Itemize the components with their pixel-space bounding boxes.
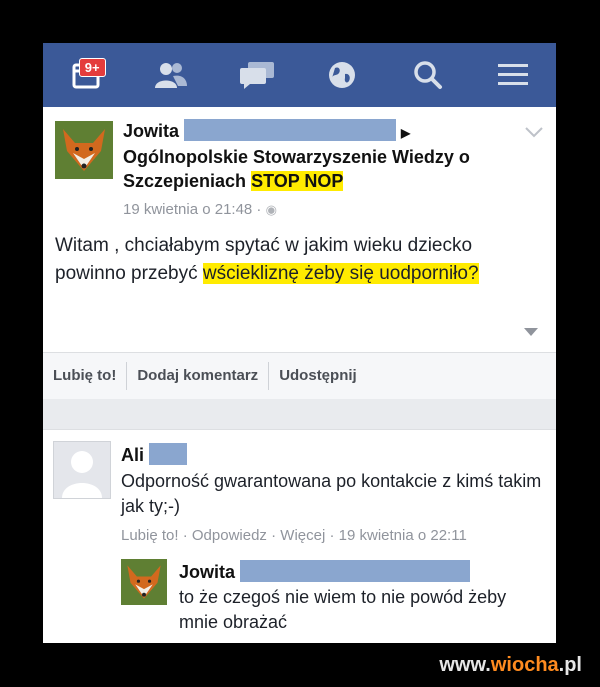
notifications-globe-button[interactable] bbox=[320, 53, 364, 97]
post-meta: 19 kwietnia o 21:48 · ◉ bbox=[123, 201, 277, 218]
watermark-prefix: www. bbox=[439, 654, 491, 676]
arrow-right-icon: ▶ bbox=[401, 126, 411, 140]
share-button[interactable]: Udostępnij bbox=[269, 362, 367, 390]
friends-icon bbox=[155, 63, 188, 88]
comment-like-link[interactable]: Lubię to! bbox=[121, 527, 179, 544]
chevron-down-icon bbox=[525, 127, 543, 138]
search-icon bbox=[414, 61, 442, 89]
default-user-icon bbox=[62, 451, 102, 498]
redacted-surname bbox=[149, 443, 188, 465]
feed-button[interactable]: 9+ bbox=[64, 53, 108, 97]
app-frame: 9+ Jowita ▶ Ogólnopolskie Stowarzyszenie… bbox=[43, 43, 556, 643]
comment-more-link[interactable]: Więcej bbox=[280, 527, 325, 544]
comment-author: Ali bbox=[121, 443, 188, 466]
messages-icon bbox=[239, 62, 274, 89]
messages-button[interactable] bbox=[235, 53, 279, 97]
post-more-button[interactable] bbox=[524, 323, 538, 341]
comment-text: Odporność gwarantowana po kontakcie z ki… bbox=[121, 471, 542, 516]
reply-text: to że czegoś nie wiem to nie powód żeby … bbox=[179, 587, 507, 632]
globe-privacy-icon: ◉ bbox=[265, 202, 277, 217]
redacted-surname bbox=[240, 560, 471, 582]
top-nav-bar: 9+ bbox=[43, 43, 556, 107]
redacted-surname bbox=[184, 119, 397, 141]
caret-down-icon bbox=[524, 328, 538, 336]
author-avatar[interactable] bbox=[55, 121, 113, 179]
search-button[interactable] bbox=[406, 53, 450, 97]
fox-avatar-image bbox=[121, 559, 167, 605]
comment-time[interactable]: 19 kwietnia o 22:11 bbox=[339, 527, 467, 544]
post-author-name[interactable]: Jowita bbox=[123, 121, 179, 141]
watermark-suffix: .pl bbox=[558, 654, 582, 676]
comment-author-name[interactable]: Ali bbox=[121, 445, 144, 465]
menu-icon bbox=[498, 64, 529, 85]
comment-meta: Lubię to! · Odpowiedz · Więcej · 19 kwie… bbox=[121, 527, 467, 544]
fox-avatar-image bbox=[55, 121, 113, 179]
reply-author: Jowita bbox=[179, 560, 471, 583]
globe-icon bbox=[329, 62, 356, 88]
post-body-highlight: wściekliznę żeby się uodporniło? bbox=[202, 263, 479, 284]
watermark: www.wiocha.pl bbox=[439, 654, 582, 677]
reply-author-avatar[interactable] bbox=[121, 559, 167, 605]
comment-button[interactable]: Dodaj komentarz bbox=[127, 362, 270, 390]
post-header-text: Jowita ▶ Ogólnopolskie Stowarzyszenie Wi… bbox=[123, 119, 483, 193]
menu-button[interactable] bbox=[491, 53, 535, 97]
section-divider bbox=[43, 399, 556, 430]
post-card: Jowita ▶ Ogólnopolskie Stowarzyszenie Wi… bbox=[43, 107, 556, 352]
post-timestamp[interactable]: 19 kwietnia o 21:48 · bbox=[123, 201, 261, 218]
commenter-avatar[interactable] bbox=[53, 441, 111, 499]
post-action-bar: Lubię to! Dodaj komentarz Udostępnij bbox=[43, 352, 556, 400]
comment-reply-link[interactable]: Odpowiedz bbox=[192, 527, 267, 544]
post-body: Witam , chciałabym spytać w jakim wieku … bbox=[55, 232, 535, 288]
friends-button[interactable] bbox=[149, 53, 193, 97]
notification-badge: 9+ bbox=[78, 58, 106, 77]
reply-author-name[interactable]: Jowita bbox=[179, 562, 235, 582]
group-highlight[interactable]: STOP NOP bbox=[251, 171, 344, 191]
like-button[interactable]: Lubię to! bbox=[43, 362, 128, 390]
watermark-accent: wiocha bbox=[490, 654, 559, 676]
post-options-button[interactable] bbox=[524, 125, 544, 143]
